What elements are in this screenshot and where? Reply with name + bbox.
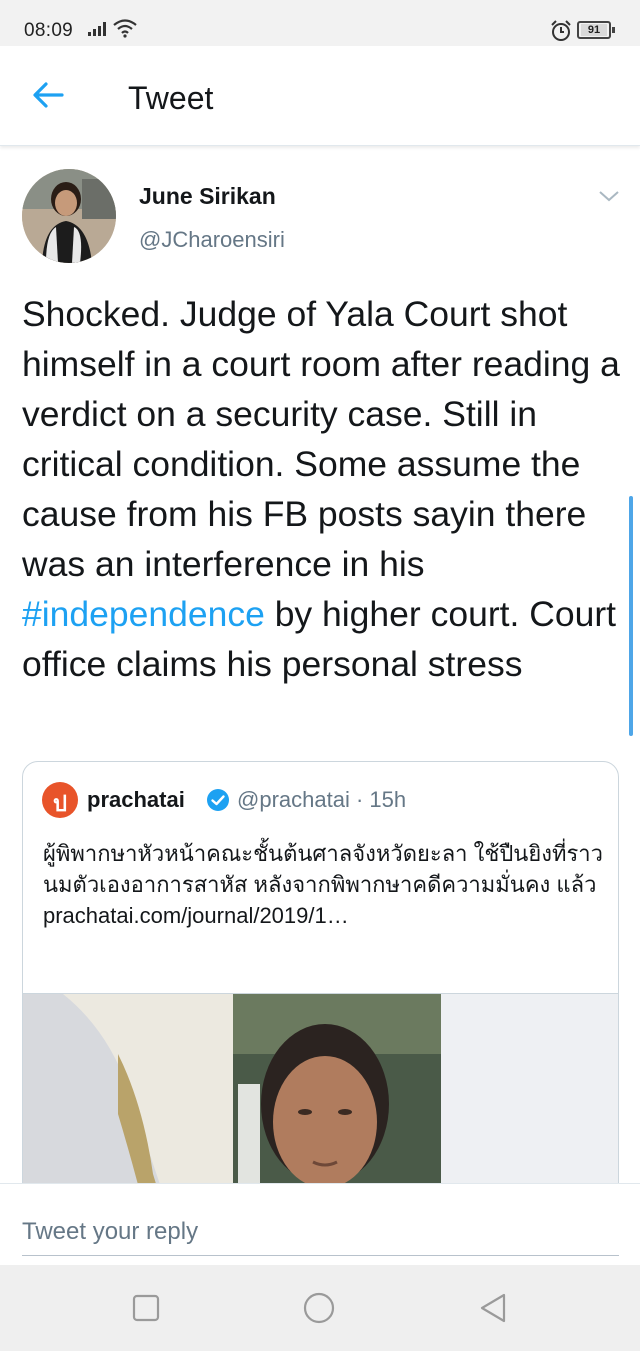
avatar[interactable]	[22, 169, 116, 263]
verified-icon	[206, 788, 230, 812]
status-time: 08:09	[24, 20, 74, 41]
chevron-down-icon[interactable]	[598, 189, 620, 203]
hashtag-link[interactable]: #independence	[22, 594, 265, 634]
home-button[interactable]	[302, 1291, 336, 1325]
quoted-body: ผู้พิพากษาหัวหน้าคณะชั้นต้นศาลจังหวัดยะล…	[43, 841, 603, 897]
back-arrow-icon	[33, 82, 64, 108]
page-title: Tweet	[128, 80, 214, 116]
status-bar: 08:09 91	[0, 0, 640, 46]
quoted-handle-time: @prachatai · 15h	[237, 787, 407, 812]
author-name[interactable]: June Sirikan	[139, 183, 276, 210]
signal-icon	[88, 22, 110, 41]
alarm-icon	[550, 20, 572, 47]
reply-bar	[0, 1183, 640, 1265]
wifi-icon	[112, 18, 138, 43]
quoted-tweet[interactable]: ป prachatai @prachatai · 15h ผู้พิพากษาห…	[22, 761, 619, 1183]
quoted-text: ผู้พิพากษาหัวหน้าคณะชั้นต้นศาลจังหวัดยะล…	[43, 838, 608, 931]
quoted-author-name: prachatai	[87, 787, 185, 812]
circle-icon	[303, 1292, 335, 1324]
prachatai-logo: ป	[42, 782, 78, 818]
back-nav-button[interactable]	[476, 1291, 510, 1325]
tweet-text: Shocked. Judge of Yala Court shot himsel…	[22, 289, 622, 689]
triangle-back-icon	[480, 1293, 506, 1323]
app-header: Tweet	[0, 46, 640, 146]
system-nav-bar	[0, 1265, 640, 1351]
tweet-text-start: Shocked. Judge of Yala Court shot himsel…	[22, 294, 620, 584]
logo-letter: ป	[53, 791, 67, 816]
battery-level: 91	[581, 24, 607, 36]
battery-icon: 91	[577, 21, 615, 39]
square-icon	[132, 1294, 160, 1322]
author-handle[interactable]: @JCharoensiri	[139, 227, 285, 253]
recent-apps-button[interactable]	[129, 1291, 163, 1325]
reply-input[interactable]	[22, 1208, 619, 1256]
quoted-link[interactable]: prachatai.com/journal/2019/1…	[43, 903, 349, 928]
quoted-image[interactable]	[23, 993, 618, 1183]
scrollbar[interactable]	[629, 496, 633, 736]
back-button[interactable]	[30, 80, 66, 110]
tweet-detail: June Sirikan @JCharoensiri Shocked. Judg…	[0, 147, 640, 1183]
